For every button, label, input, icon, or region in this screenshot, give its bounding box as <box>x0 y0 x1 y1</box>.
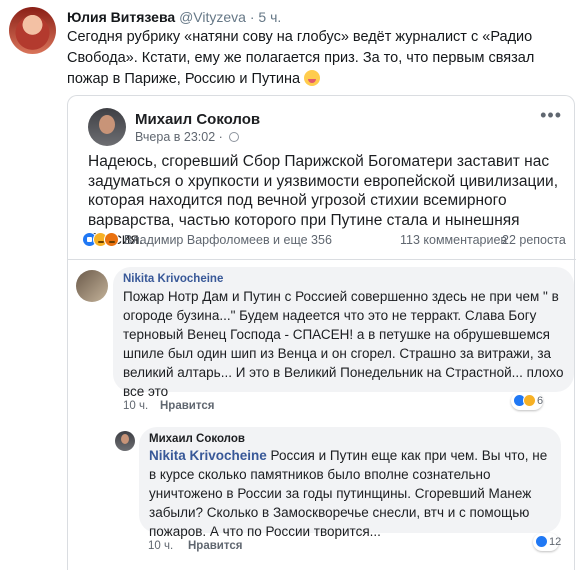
reply-reaction-count: 12 <box>549 536 562 548</box>
tweet-time[interactable]: 5 ч. <box>258 9 281 25</box>
comment-reactions: 6 <box>511 392 543 410</box>
comment-avatar <box>76 270 108 302</box>
shares-count: 22 репоста <box>502 233 566 247</box>
reply-reactions: 12 <box>533 533 562 551</box>
globe-icon <box>229 132 240 142</box>
like-reaction-icon <box>535 535 548 548</box>
post-author-name: Михаил Соколов <box>135 111 261 128</box>
tweet-header: Юлия Витязева @Vityzeva · 5 ч. <box>67 8 281 26</box>
comment-time: 10 ч. <box>123 400 149 412</box>
reply-bubble: Михаил Соколов Nikita Krivocheine Россия… <box>139 427 561 539</box>
reactors-summary: Владимир Варфоломеев и еще 356 <box>124 233 332 247</box>
post-meta: Вчера в 23:02 · <box>135 130 240 144</box>
tweet-author-avatar[interactable] <box>9 7 56 54</box>
angry-reaction-icon <box>104 232 119 247</box>
tweet-author-handle[interactable]: @Vityzeva <box>179 9 246 25</box>
reply-text-block: Nikita Krivocheine Россия и Путин еще ка… <box>149 446 554 541</box>
squinting-tongue-face-icon <box>304 70 321 86</box>
tweet-text: Сегодня рубрику «натяни сову на глобус» … <box>67 29 535 87</box>
reply-author: Михаил Соколов <box>149 433 245 445</box>
reply-like-link: Нравится <box>188 540 243 552</box>
facebook-post-screenshot[interactable]: Михаил Соколов Вчера в 23:02 · ••• Надею… <box>67 95 576 570</box>
divider <box>68 259 576 260</box>
reply-time: 10 ч. <box>148 540 174 552</box>
comments-count: 113 комментариев <box>400 233 508 247</box>
reply-avatar <box>115 431 135 451</box>
comment-author: Nikita Krivocheine <box>123 273 224 285</box>
tweet-separator: · <box>249 9 255 25</box>
more-options-icon: ••• <box>540 105 562 125</box>
tweet: Юлия Витязева @Vityzeva · 5 ч. Сегодня р… <box>0 0 587 570</box>
sad-reaction-icon <box>523 394 536 407</box>
tweet-text-block: Сегодня рубрику «натяни сову на глобус» … <box>67 27 577 90</box>
comment-like-link: Нравится <box>160 400 215 412</box>
comment-bubble: Nikita Krivocheine Пожар Нотр Дам и Пути… <box>113 267 574 399</box>
post-meta-separator: · <box>218 130 223 144</box>
comment-text: Пожар Нотр Дам и Путин с Россией соверше… <box>123 289 564 399</box>
post-author-avatar <box>88 108 126 146</box>
reply-mention: Nikita Krivocheine <box>149 448 267 463</box>
post-stats: Владимир Варфоломеев и еще 356 113 комме… <box>82 232 566 250</box>
post-time: Вчера в 23:02 <box>135 130 216 144</box>
comment-reaction-count: 6 <box>537 395 544 407</box>
tweet-author-name[interactable]: Юлия Витязева <box>67 9 175 25</box>
